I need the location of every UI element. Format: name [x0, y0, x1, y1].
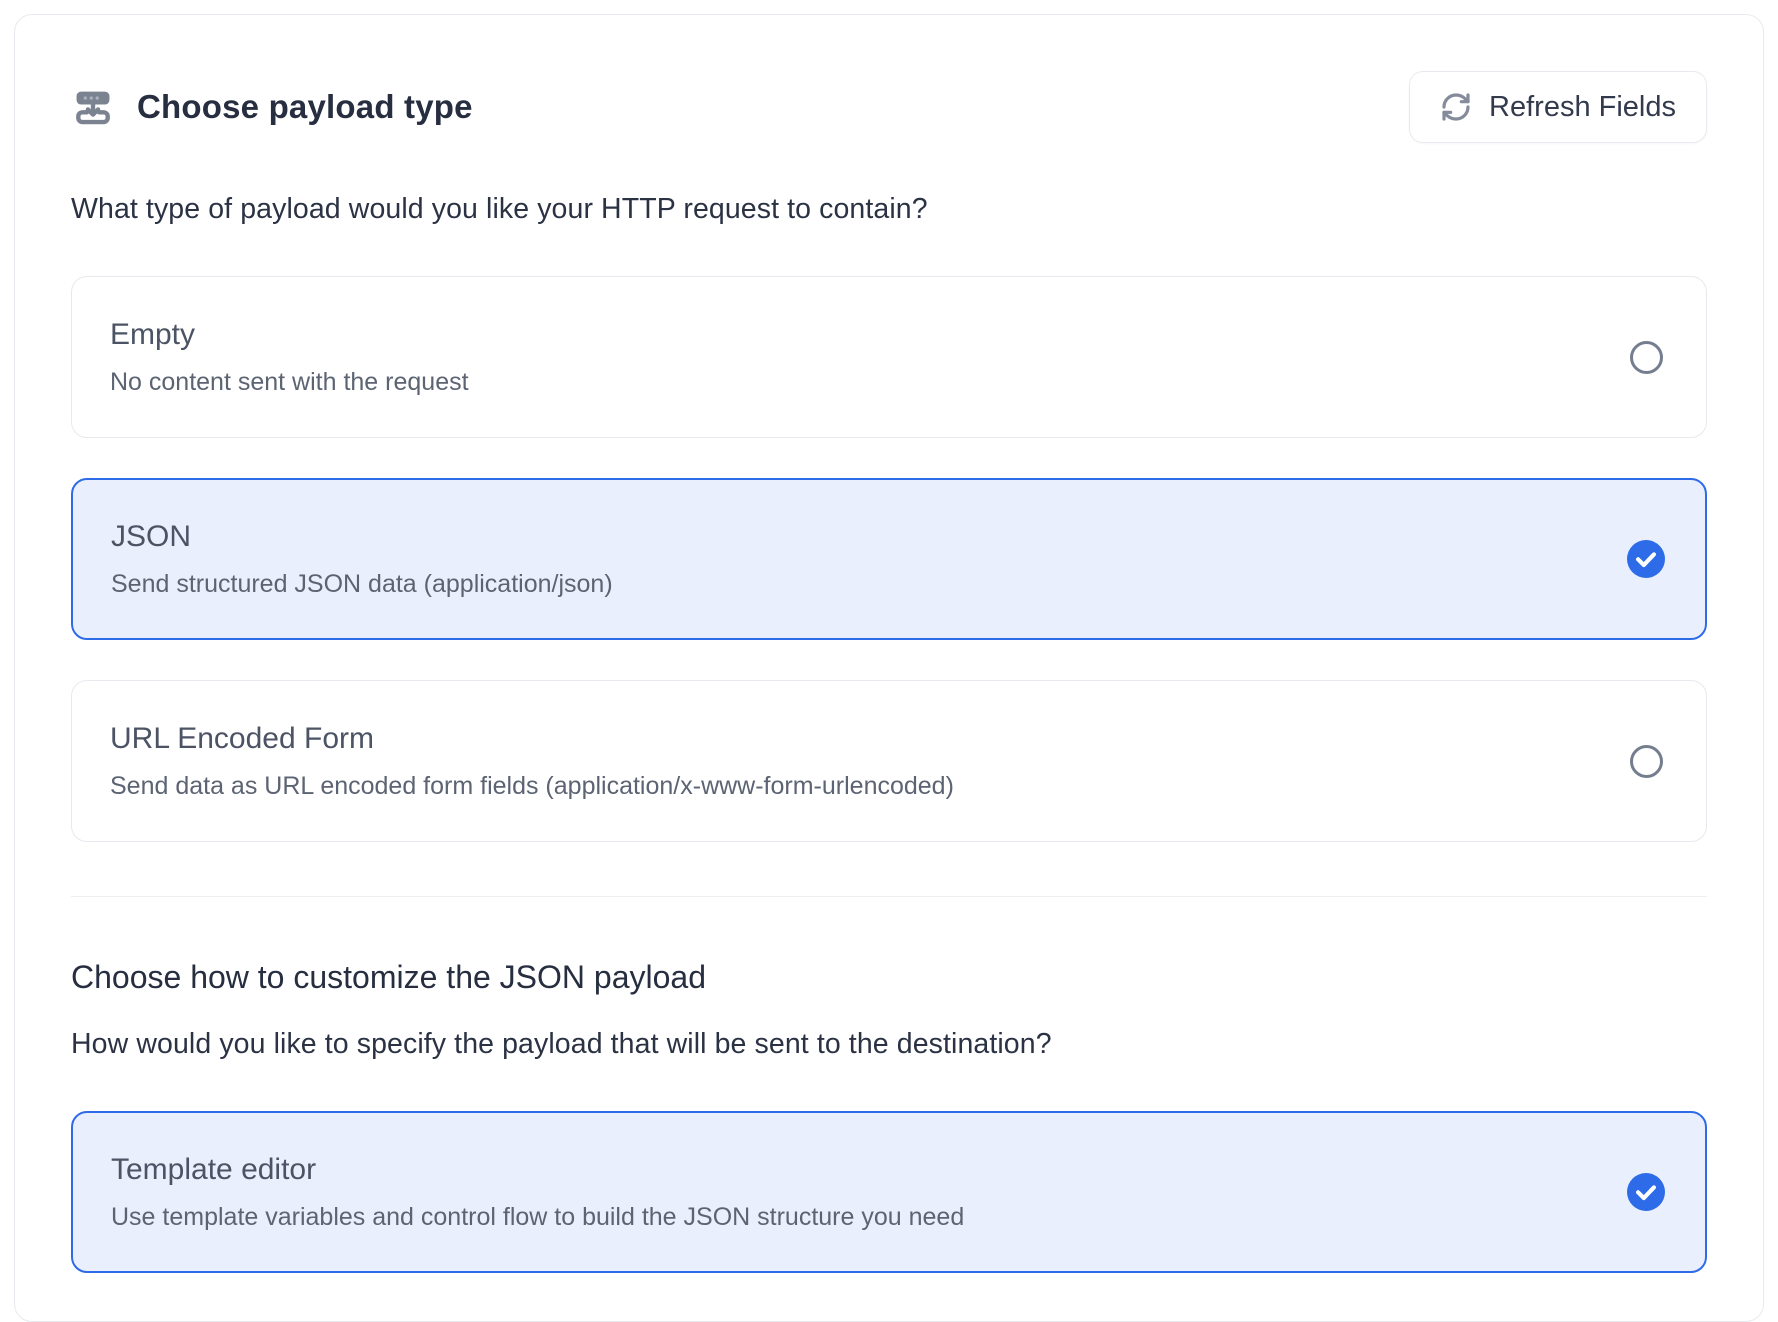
- payload-settings-card: Choose payload type Refresh Fields What …: [14, 14, 1764, 1322]
- option-text-json: JSON Send structured JSON data (applicat…: [111, 520, 643, 599]
- payload-type-icon: [71, 86, 115, 128]
- option-description: No content sent with the request: [110, 368, 469, 397]
- refresh-fields-label: Refresh Fields: [1489, 91, 1676, 124]
- check-circle-icon[interactable]: [1627, 1173, 1665, 1211]
- refresh-fields-button[interactable]: Refresh Fields: [1409, 71, 1707, 143]
- option-description: Send data as URL encoded form fields (ap…: [110, 772, 954, 801]
- page-title: Choose payload type: [137, 88, 473, 126]
- option-card-json[interactable]: JSON Send structured JSON data (applicat…: [71, 478, 1707, 640]
- refresh-icon: [1440, 91, 1472, 123]
- option-description: Use template variables and control flow …: [111, 1203, 964, 1232]
- customize-section-heading: Choose how to customize the JSON payload: [71, 959, 1707, 996]
- option-card-empty[interactable]: Empty No content sent with the request: [71, 276, 1707, 438]
- section-divider: [71, 896, 1707, 897]
- payload-type-question: What type of payload would you like your…: [71, 193, 1707, 226]
- check-circle-icon[interactable]: [1627, 540, 1665, 578]
- customize-question: How would you like to specify the payloa…: [71, 1028, 1707, 1061]
- option-title: JSON: [111, 520, 613, 554]
- option-title: Empty: [110, 318, 469, 352]
- option-text-url-encoded-form: URL Encoded Form Send data as URL encode…: [110, 722, 984, 801]
- header: Choose payload type Refresh Fields: [71, 71, 1707, 143]
- radio-circle-icon[interactable]: [1630, 341, 1663, 374]
- option-title: Template editor: [111, 1153, 964, 1187]
- option-card-url-encoded-form[interactable]: URL Encoded Form Send data as URL encode…: [71, 680, 1707, 842]
- option-card-template-editor[interactable]: Template editor Use template variables a…: [71, 1111, 1707, 1273]
- option-text-empty: Empty No content sent with the request: [110, 318, 499, 397]
- option-title: URL Encoded Form: [110, 722, 954, 756]
- option-text-template-editor: Template editor Use template variables a…: [111, 1153, 994, 1232]
- radio-circle-icon[interactable]: [1630, 745, 1663, 778]
- title-wrap: Choose payload type: [71, 86, 473, 128]
- option-description: Send structured JSON data (application/j…: [111, 570, 613, 599]
